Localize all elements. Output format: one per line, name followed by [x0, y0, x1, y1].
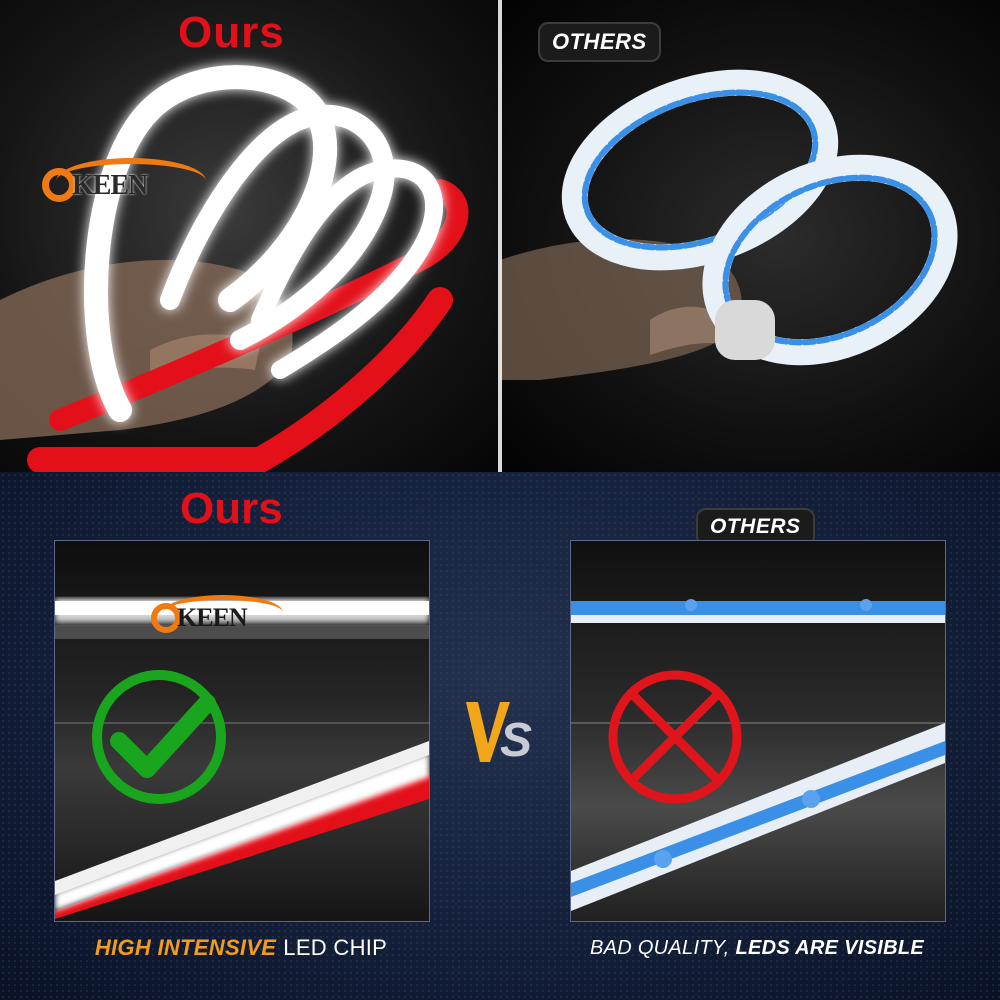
panel-divider: [498, 0, 502, 472]
brand-logo-small: KEEN: [151, 595, 283, 633]
others-closeup-photo: [570, 540, 946, 922]
ours-caption: HIGH INTENSIVE LED CHIP: [54, 922, 428, 974]
logo-arc: [56, 158, 206, 204]
coiled-white-red-strip: [0, 65, 469, 472]
top-section: KEEN Ours OTHERS: [0, 0, 1000, 472]
others-photo-coiled: OTHERS: [500, 0, 1000, 472]
others-caption: BAD QUALITY, LEDS ARE VISIBLE: [570, 922, 944, 974]
ours-photo-coiled: KEEN Ours: [0, 0, 500, 472]
coiled-white-blue-strip: [500, 69, 958, 380]
caption-rest: LEDS ARE VISIBLE: [735, 936, 925, 959]
ours-label-top: Ours: [178, 8, 285, 57]
brand-logo: KEEN: [42, 158, 206, 202]
logo-arc: [163, 595, 283, 630]
caption-highlight: HIGH INTENSIVE: [94, 935, 277, 960]
vs-s-letter: S: [500, 714, 532, 767]
cross-icon: [608, 670, 742, 804]
caption-rest: LED CHIP: [283, 935, 388, 960]
ours-closeup-photo: KEEN: [54, 540, 430, 922]
others-badge-top: OTHERS: [538, 22, 661, 62]
vs-emblem: S V: [466, 692, 536, 772]
ours-label-bottom: Ours: [180, 484, 283, 533]
caption-lead: BAD QUALITY,: [589, 936, 730, 959]
comparison-graphic: KEEN Ours OTHERS Ours OTHERS KEEN S HIGH…: [0, 0, 1000, 1000]
check-icon: [92, 670, 226, 804]
